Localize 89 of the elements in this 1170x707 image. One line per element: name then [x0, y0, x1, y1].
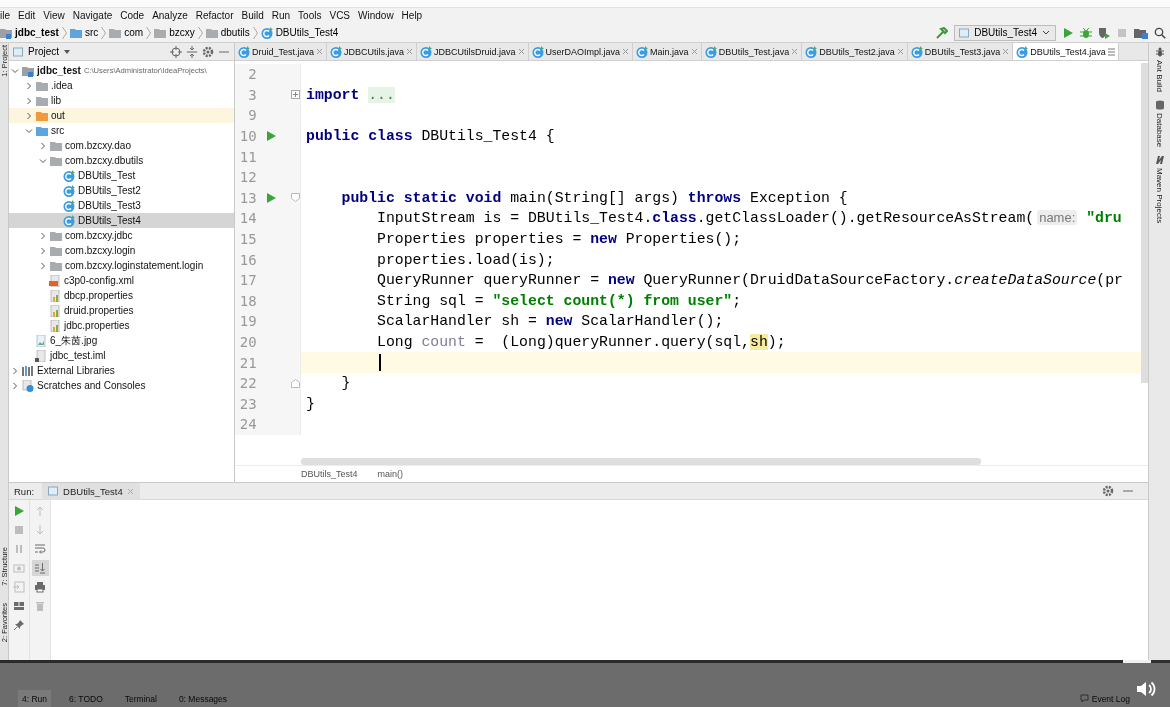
code-line: import ...	[305, 86, 395, 103]
code-line: }	[305, 395, 315, 412]
line-number: 10	[238, 128, 257, 145]
editor-tab[interactable]: DBUtils_Test2.java	[802, 43, 908, 60]
code-line: }	[340, 375, 351, 392]
line-number: 21	[238, 354, 257, 371]
breadcrumb-item[interactable]: src	[69, 26, 99, 39]
breadcrumb-item[interactable]: com	[109, 26, 144, 39]
tree-item[interactable]: dbcp.properties	[9, 288, 234, 303]
event-log-button[interactable]: Event Log	[1079, 693, 1130, 704]
tree-item[interactable]: External Libraries	[9, 363, 234, 378]
code-line: public class DBUtils_Test4 {	[305, 128, 555, 145]
tree-item[interactable]: jdbc_test.iml	[9, 348, 234, 363]
editor-tab[interactable]: DBUtils_Test4.java	[1013, 43, 1119, 60]
breadcrumb-item[interactable]: jdbc_test	[0, 26, 59, 39]
line-number: 11	[238, 148, 257, 165]
menu-item[interactable]: View	[43, 10, 65, 21]
menu-item[interactable]: Edit	[18, 10, 36, 21]
menu-item[interactable]: Analyze	[152, 10, 188, 21]
line-number: 17	[238, 272, 257, 289]
line-number: 13	[238, 189, 257, 206]
editor-tab[interactable]: JDBCUtilsDruid.java	[417, 43, 529, 60]
tool-window-tab[interactable]: 4: Run	[18, 690, 52, 707]
editor-tab[interactable]: JDBCUtils.java	[327, 43, 418, 60]
panel-title: Run:	[14, 485, 35, 497]
tree-item[interactable]: c3p0-config.xml	[9, 273, 234, 288]
breadcrumb-item[interactable]: main()	[377, 469, 404, 479]
tree-item[interactable]: src	[9, 123, 234, 138]
breadcrumb-item[interactable]: DBUtils_Test4	[260, 26, 339, 39]
tree-item[interactable]: DBUtils_Test4	[9, 213, 234, 228]
line-number: 14	[238, 210, 257, 227]
line-number: 22	[238, 375, 257, 392]
tree-item[interactable]: druid.properties	[9, 303, 234, 318]
tool-window-tab[interactable]: Database	[1155, 113, 1164, 148]
code-line: public static void main(String[] args) throws Exception {	[340, 189, 848, 206]
editor-tab[interactable]: Main.java	[633, 43, 702, 60]
tree-item[interactable]: DBUtils_Test	[9, 168, 234, 183]
line-number: 20	[238, 334, 257, 350]
line-number: 12	[238, 169, 257, 186]
menu-item[interactable]: Build	[241, 10, 264, 21]
code-line: String sql = "select count(*) from user";	[376, 292, 742, 309]
tree-item[interactable]: out	[9, 108, 234, 123]
line-number: 23	[238, 395, 257, 412]
breadcrumb-item[interactable]: bzcxy	[154, 26, 195, 39]
line-number: 9	[247, 107, 257, 124]
line-number: 2	[247, 66, 257, 83]
tree-item[interactable]: lib	[9, 93, 234, 108]
tree-item[interactable]: com.bzcxy.dao	[9, 138, 234, 153]
tool-window-tab[interactable]: 6: TODO	[65, 690, 107, 707]
tool-window-tab[interactable]: Terminal	[120, 690, 161, 707]
tree-item[interactable]: com.bzcxy.loginstatement.login	[9, 258, 234, 273]
menu-item[interactable]: ile	[0, 10, 10, 21]
line-number: 18	[238, 292, 257, 309]
line-number: 19	[238, 313, 257, 330]
tool-window-tab[interactable]: Ant Build	[1155, 60, 1164, 93]
panel-title[interactable]: Project	[28, 46, 60, 57]
menu-item[interactable]: Refactor	[195, 10, 234, 21]
tool-window-tab[interactable]: Maven Projects	[1155, 168, 1164, 224]
menu-item[interactable]: VCS	[329, 10, 351, 21]
editor-tab[interactable]: Druid_Test.java	[235, 43, 328, 60]
menu-item[interactable]: Tools	[298, 10, 322, 21]
breadcrumb-item[interactable]: dbutils	[205, 26, 250, 39]
breadcrumb-item[interactable]: DBUtils_Test4	[301, 469, 358, 479]
code-line: QueryRunner queryRunner = new QueryRunner(DruidDataSourceFactory.createDataSource(pr	[376, 272, 1123, 289]
code-line: Properties properties = new Properties();	[376, 231, 742, 248]
line-number: 15	[238, 231, 257, 248]
tree-item[interactable]: com.bzcxy.login	[9, 243, 234, 258]
tree-item[interactable]: com.bzcxy.jdbc	[9, 228, 234, 243]
tree-item[interactable]: 6_朱茵.jpg	[9, 333, 234, 348]
menu-item[interactable]: Help	[401, 10, 423, 21]
tree-item[interactable]: DBUtils_Test3	[9, 198, 234, 213]
menu-item[interactable]: Navigate	[72, 10, 113, 21]
run-configuration-dropdown[interactable]: DBUtils_Test4	[954, 24, 1056, 41]
tree-item[interactable]: .idea	[9, 78, 234, 93]
menu-item[interactable]: Run	[271, 10, 291, 21]
tree-item[interactable]: Scratches and Consoles	[9, 378, 234, 393]
code-line: InputStream is = DBUtils_Test4.class.getClassLoader().getResourceAsStream( name: "dru	[376, 210, 1122, 227]
line-number: 3	[247, 86, 257, 103]
code-line: properties.load(is);	[376, 251, 555, 268]
code-line: Long count = (Long)queryRunner.query(sql,sh);	[376, 334, 786, 350]
menu-item[interactable]: Code	[120, 10, 145, 21]
line-number: 24	[238, 416, 257, 433]
code-line: ScalarHandler sh = new ScalarHandler();	[376, 313, 724, 330]
tree-item[interactable]: jdbc.properties	[9, 318, 234, 333]
line-number: 16	[238, 251, 257, 268]
tree-item[interactable]: com.bzcxy.dbutils	[9, 153, 234, 168]
tree-item[interactable]: DBUtils_Test2	[9, 183, 234, 198]
tool-window-tab[interactable]: 0: Messages	[174, 690, 232, 707]
menu-item[interactable]: Window	[358, 10, 394, 21]
